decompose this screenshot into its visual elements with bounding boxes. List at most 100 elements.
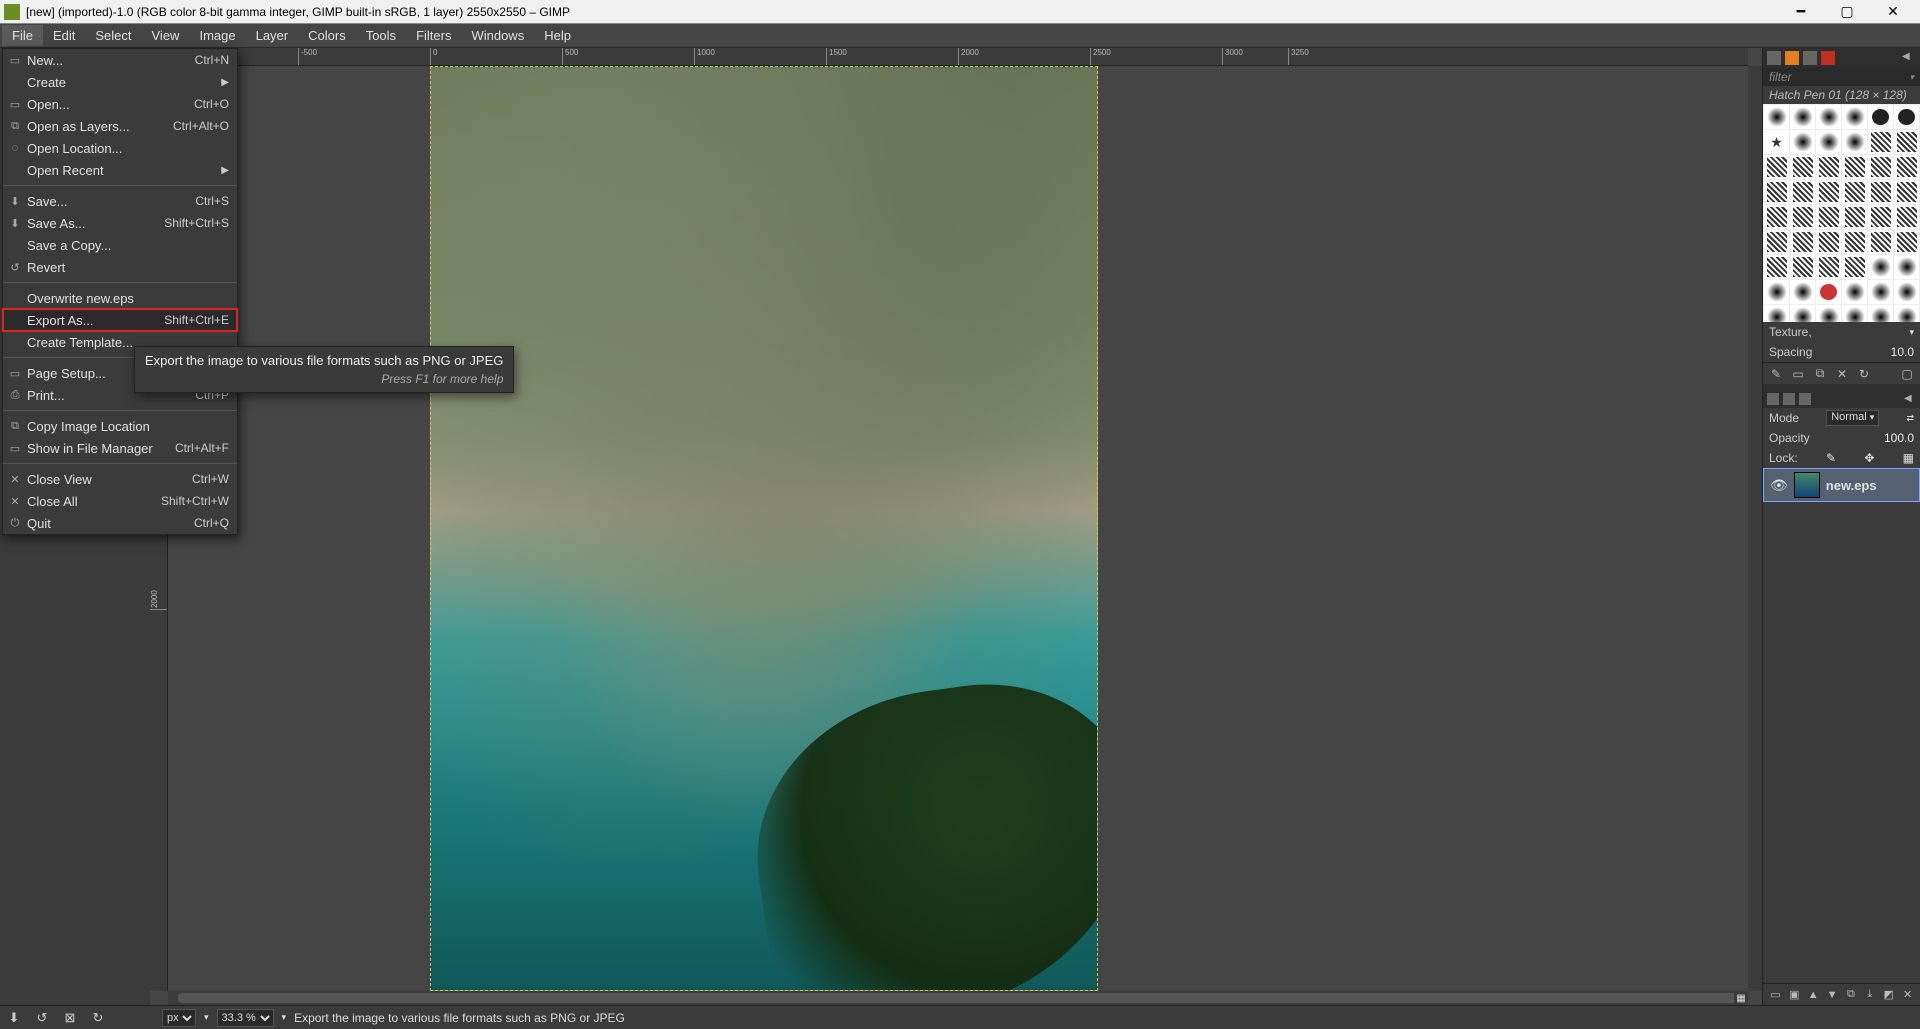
brush-swatch[interactable] [1790, 280, 1815, 304]
menu-filters[interactable]: Filters [406, 25, 461, 46]
menu-select[interactable]: Select [85, 25, 141, 46]
scrollbar-horizontal[interactable]: ▦ [168, 991, 1748, 1005]
brush-swatch[interactable] [1894, 230, 1919, 254]
menuitem-show-in-file-manager[interactable]: ▭Show in File ManagerCtrl+Alt+F [3, 437, 237, 459]
menu-view[interactable]: View [142, 25, 190, 46]
layer-thumbnail[interactable] [1794, 472, 1820, 498]
sb-cancel-icon[interactable]: ⊠ [62, 1010, 78, 1026]
tab-fonts-icon[interactable] [1803, 51, 1817, 65]
mask-icon[interactable]: ◩ [1882, 988, 1895, 1002]
menuitem-copy-image-location[interactable]: ⧉Copy Image Location [3, 415, 237, 437]
brush-swatch[interactable] [1868, 305, 1893, 322]
menuitem-export-as[interactable]: Export As...Shift+Ctrl+E [3, 309, 237, 331]
layer-visibility-icon[interactable]: 👁 [1770, 477, 1788, 494]
brush-swatch[interactable] [1842, 280, 1867, 304]
brush-swatch[interactable] [1868, 205, 1893, 229]
mode-select[interactable]: Normal ▾ [1826, 410, 1879, 426]
unit-select[interactable]: px [162, 1009, 196, 1027]
brush-swatch[interactable] [1790, 205, 1815, 229]
mode-switch-icon[interactable]: ⇄ [1906, 413, 1914, 424]
brush-swatch[interactable] [1764, 155, 1789, 179]
brush-swatch[interactable] [1816, 180, 1841, 204]
brush-swatch[interactable] [1816, 255, 1841, 279]
image-canvas[interactable] [430, 66, 1098, 991]
brush-swatch[interactable] [1764, 205, 1789, 229]
tab-history-icon[interactable] [1821, 51, 1835, 65]
brush-swatch[interactable] [1842, 180, 1867, 204]
menuitem-save[interactable]: ⬇Save...Ctrl+S [3, 190, 237, 212]
duplicate-layer-icon[interactable]: ⧉ [1845, 988, 1858, 1002]
brush-swatch[interactable] [1868, 105, 1893, 129]
brush-swatch[interactable] [1842, 130, 1867, 154]
tab-brushes-icon[interactable] [1767, 51, 1781, 65]
brush-swatch[interactable] [1868, 180, 1893, 204]
brush-swatch[interactable] [1868, 155, 1893, 179]
delete-brush-icon[interactable]: ✕ [1835, 367, 1849, 381]
refresh-brush-icon[interactable]: ↻ [1857, 367, 1871, 381]
menu-windows[interactable]: Windows [461, 25, 534, 46]
menu-colors[interactable]: Colors [298, 25, 356, 46]
raise-layer-icon[interactable]: ▲ [1807, 988, 1820, 1002]
edit-brush-icon[interactable]: ✎ [1769, 367, 1783, 381]
brush-swatch[interactable] [1894, 205, 1919, 229]
delete-layer-icon[interactable]: ✕ [1901, 988, 1914, 1002]
brush-grid[interactable] [1763, 104, 1920, 322]
brush-swatch[interactable] [1764, 105, 1789, 129]
menuitem-create[interactable]: Create▶ [3, 71, 237, 93]
brush-swatch[interactable] [1868, 130, 1893, 154]
lock-alpha-icon[interactable]: ▦ [1903, 451, 1914, 465]
brush-swatch[interactable] [1894, 180, 1919, 204]
new-brush-icon[interactable]: ▭ [1791, 367, 1805, 381]
menuitem-close-all[interactable]: ✕Close AllShift+Ctrl+W [3, 490, 237, 512]
menuitem-open-recent[interactable]: Open Recent▶ [3, 159, 237, 181]
layer-opacity-row[interactable]: Opacity 100.0 [1763, 428, 1920, 448]
sb-pointer-icon[interactable]: ⬇ [6, 1010, 22, 1026]
ruler-horizontal[interactable]: -5000500100015002000250030003250 [168, 48, 1748, 66]
minimize-button[interactable]: ━ [1778, 1, 1824, 23]
brush-swatch[interactable] [1868, 255, 1893, 279]
brush-swatch[interactable] [1790, 230, 1815, 254]
menu-image[interactable]: Image [189, 25, 245, 46]
brush-swatch[interactable] [1868, 230, 1893, 254]
brush-swatch[interactable] [1842, 255, 1867, 279]
tab-channels-icon[interactable] [1783, 393, 1795, 405]
menuitem-overwrite-new-eps[interactable]: Overwrite new.eps [3, 287, 237, 309]
menuitem-close-view[interactable]: ✕Close ViewCtrl+W [3, 468, 237, 490]
brush-swatch[interactable] [1816, 155, 1841, 179]
menu-file[interactable]: File [2, 25, 43, 46]
menuitem-open[interactable]: ▭Open...Ctrl+O [3, 93, 237, 115]
sb-redo-icon[interactable]: ↻ [90, 1010, 106, 1026]
brush-swatch[interactable] [1868, 280, 1893, 304]
scrollbar-vertical[interactable] [1748, 66, 1762, 991]
brush-swatch[interactable] [1764, 230, 1789, 254]
menuitem-open-location[interactable]: ◌Open Location... [3, 137, 237, 159]
sb-undo-icon[interactable]: ↺ [34, 1010, 50, 1026]
brush-swatch[interactable] [1764, 280, 1789, 304]
zoom-select[interactable]: 33.3 % [217, 1009, 274, 1027]
new-layer-icon[interactable]: ▭ [1769, 988, 1782, 1002]
brush-swatch[interactable] [1894, 155, 1919, 179]
spacing-row[interactable]: Spacing 10.0 [1763, 342, 1920, 362]
menuitem-save-a-copy[interactable]: Save a Copy... [3, 234, 237, 256]
menuitem-open-as-layers[interactable]: ⧉Open as Layers...Ctrl+Alt+O [3, 115, 237, 137]
duplicate-brush-icon[interactable]: ⧉ [1813, 367, 1827, 381]
brush-swatch[interactable] [1894, 280, 1919, 304]
new-group-icon[interactable]: ▣ [1788, 988, 1801, 1002]
lower-layer-icon[interactable]: ▼ [1826, 988, 1839, 1002]
menuitem-quit[interactable]: ⏻QuitCtrl+Q [3, 512, 237, 534]
menu-layer[interactable]: Layer [246, 25, 299, 46]
brush-swatch[interactable] [1816, 280, 1841, 304]
merge-down-icon[interactable]: ⤓ [1863, 988, 1876, 1002]
tab-layers-icon[interactable] [1767, 393, 1779, 405]
layer-row[interactable]: 👁 new.eps [1763, 468, 1920, 502]
brush-swatch[interactable] [1894, 130, 1919, 154]
brush-swatch[interactable] [1764, 180, 1789, 204]
tab-menu-icon[interactable]: ◀ [1904, 393, 1916, 405]
brush-swatch[interactable] [1790, 105, 1815, 129]
layer-mode-row[interactable]: Mode Normal ▾ ⇄ [1763, 408, 1920, 428]
open-as-image-icon[interactable]: ▢ [1900, 367, 1914, 381]
texture-row[interactable]: Texture, ▾ [1763, 322, 1920, 342]
lock-pixels-icon[interactable]: ✎ [1826, 451, 1836, 465]
brush-swatch[interactable] [1790, 255, 1815, 279]
brush-swatch[interactable] [1790, 130, 1815, 154]
